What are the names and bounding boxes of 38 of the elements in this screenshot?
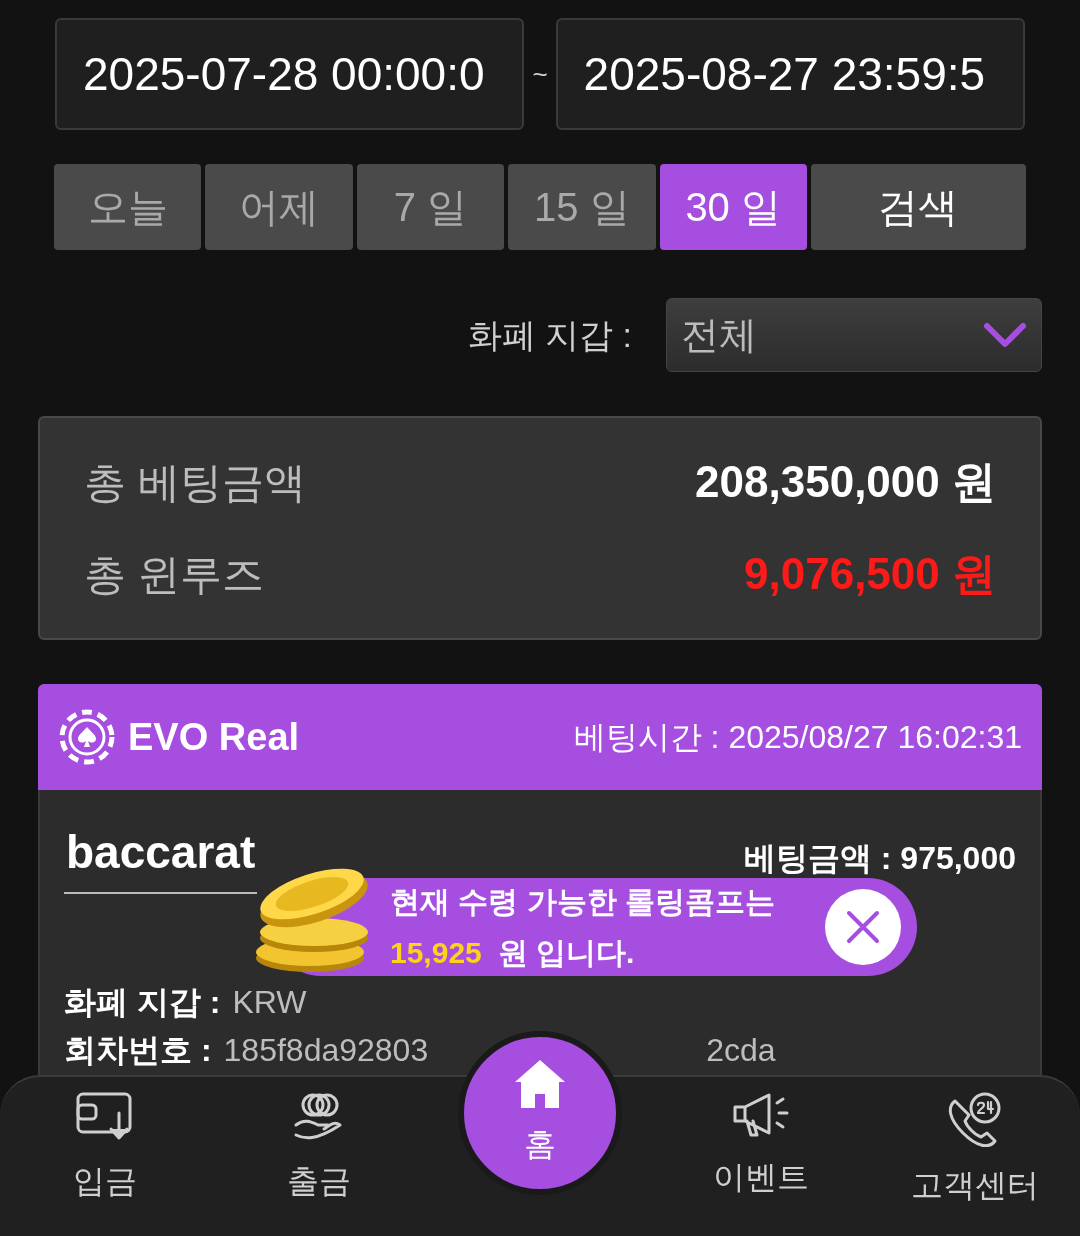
range-separator: ~ — [532, 57, 548, 91]
poker-chip-icon — [58, 708, 116, 766]
chevron-down-icon — [983, 322, 1027, 348]
summary-value: 208,350,000 원 — [695, 456, 996, 508]
comp-amount: 15,925 — [390, 935, 482, 971]
home-icon — [513, 1058, 567, 1110]
provider-name: EVO Real — [128, 714, 300, 760]
nav-item[interactable]: 고객센터 — [900, 1091, 1050, 1209]
period-tab[interactable]: 오늘 — [54, 164, 202, 250]
field-label: 화폐 지갑 : — [64, 983, 221, 1022]
nav-item[interactable]: 이벤트 — [686, 1091, 836, 1201]
comp-unit: 원 입니다. — [497, 935, 635, 971]
field-label: 회차번호 : — [64, 1031, 212, 1070]
bet-amount: 베팅금액 : 975,000 — [743, 839, 1016, 878]
period-tab[interactable]: 30 일 — [659, 164, 807, 250]
period-tab[interactable]: 어제 — [205, 164, 353, 250]
nav-item[interactable]: 출금 — [244, 1091, 394, 1205]
field-value: 185f8da92803 — [223, 1031, 429, 1070]
popup-message: 현재 수령 가능한 롤링콤프는 — [390, 884, 775, 920]
summary-label: 총 베팅금액 — [84, 457, 306, 508]
period-tab[interactable]: 7 일 — [356, 164, 505, 250]
bet-time: 베팅시간 : 2025/08/27 16:02:31 — [573, 718, 1022, 757]
period-tab[interactable]: 15 일 — [508, 164, 656, 250]
home-nav-button[interactable]: 홈 — [458, 1031, 622, 1195]
search-button[interactable]: 검색 — [810, 164, 1026, 250]
currency-select[interactable]: 전체 — [666, 298, 1042, 372]
close-icon — [845, 909, 881, 945]
summary-value: 9,076,500 원 — [744, 548, 996, 600]
close-button[interactable] — [825, 889, 901, 965]
nav-item[interactable]: 입금 — [30, 1091, 180, 1205]
summary-label: 총 윈루즈 — [84, 549, 264, 600]
field-value: 2cda — [706, 1031, 776, 1070]
game-name: baccarat — [64, 824, 258, 894]
field-value: KRW — [232, 983, 307, 1022]
end-date-field[interactable]: 2025-08-27 23:59:5 — [555, 18, 1025, 130]
currency-wallet-label: 화폐 지갑 : — [467, 314, 632, 356]
megaphone-icon — [731, 1091, 791, 1139]
start-date-field[interactable]: 2025-07-28 00:00:0 — [55, 18, 525, 130]
